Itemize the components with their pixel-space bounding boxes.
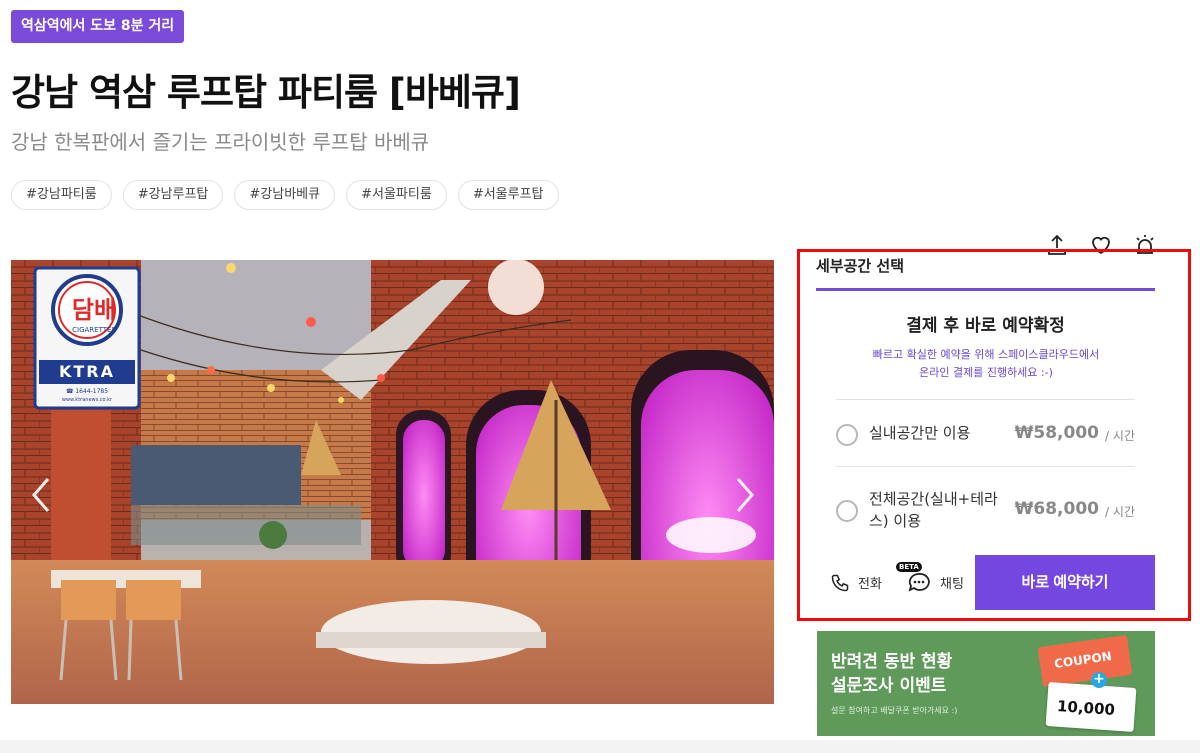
space-photo[interactable]: 담배 CIGARETTES KTRA ☎ 1644-1785 www.ktran… [11,260,774,704]
option-label-line: 전체공간(실내+테라 [869,490,998,508]
page-bottom-strip [0,740,1200,753]
confirm-desc-line: 온라인 결제를 진행하세요 :-) [919,366,1053,379]
chat-button[interactable]: BETA 채팅 [896,555,964,610]
reserve-now-button[interactable]: 바로 예약하기 [975,555,1155,610]
location-badge: 역삼역에서 도보 8분 거리 [11,10,185,43]
space-option[interactable]: 실내공간만 이용 ₩58,000 / 시간 [836,410,1135,460]
sign-sub-text: CIGARETTES [72,326,116,334]
option-radio[interactable] [836,424,858,446]
page-title: 강남 역삼 루프탑 파티룸 [바베큐] [11,71,521,114]
confirm-desc-line: 빠르고 확실한 예약을 위해 스페이스클라우드에서 [872,348,1100,361]
banner-subtitle: 설문 참여하고 배달쿠폰 받아가세요 :) [831,706,958,715]
sign-ktra-text: KTRA [58,362,115,381]
chat-icon: BETA [896,561,932,596]
option-label-line: 스) 이용 [869,512,922,530]
call-label: 전화 [858,577,882,592]
option-unit: / 시간 [1105,505,1135,519]
option-unit: / 시간 [1105,429,1135,443]
booking-panel-title: 세부공간 선택 [816,257,905,275]
option-divider [836,466,1135,467]
tag-item[interactable]: #서울파티룸 [346,180,447,210]
tag-item[interactable]: #서울루프탑 [457,180,559,210]
call-button[interactable]: 전화 [830,555,882,610]
beta-badge: BETA [896,561,922,572]
tag-item[interactable]: #강남루프탑 [122,180,224,210]
page-subtitle: 강남 한복판에서 즐기는 프라이빗한 루프탑 바베큐 [11,130,430,154]
plus-icon: + [1091,672,1107,688]
sign-web-text: www.ktranews.co.kr [61,397,113,403]
option-price: ₩58,000 [1014,423,1099,443]
phone-icon [831,574,849,591]
option-price: ₩68,000 [1014,499,1099,519]
tag-item[interactable]: #강남파티룸 [11,180,112,210]
banner-title: 반려견 동반 현황 설문조사 이벤트 [831,652,953,696]
prev-photo-button[interactable] [26,475,56,515]
instant-confirm-desc: 빠르고 확실한 예약을 위해 스페이스클라우드에서 온라인 결제를 진행하세요 … [836,346,1136,382]
option-radio[interactable] [836,500,858,522]
instant-confirm-title: 결제 후 바로 예약확정 [906,316,1065,336]
chat-label: 채팅 [940,577,964,592]
option-divider [836,399,1135,400]
space-option[interactable]: 전체공간(실내+테라 스) 이용 ₩68,000 / 시간 [836,480,1135,542]
tag-list: #강남파티룸 #강남루프탑 #강남바베큐 #서울파티룸 #서울루프탑 [11,180,559,210]
sign-phone-text: ☎ 1644-1785 [65,388,109,395]
next-photo-button[interactable] [730,475,760,515]
sign-main-text: 담배 [71,296,117,324]
survey-event-banner[interactable]: 반려견 동반 현황 설문조사 이벤트 설문 참여하고 배달쿠폰 받아가세요 :)… [817,631,1155,736]
tag-item[interactable]: #강남바베큐 [234,180,336,210]
coupon-illustration: COUPON 10,000 + [1037,634,1147,733]
option-label: 실내공간만 이용 [869,424,971,442]
